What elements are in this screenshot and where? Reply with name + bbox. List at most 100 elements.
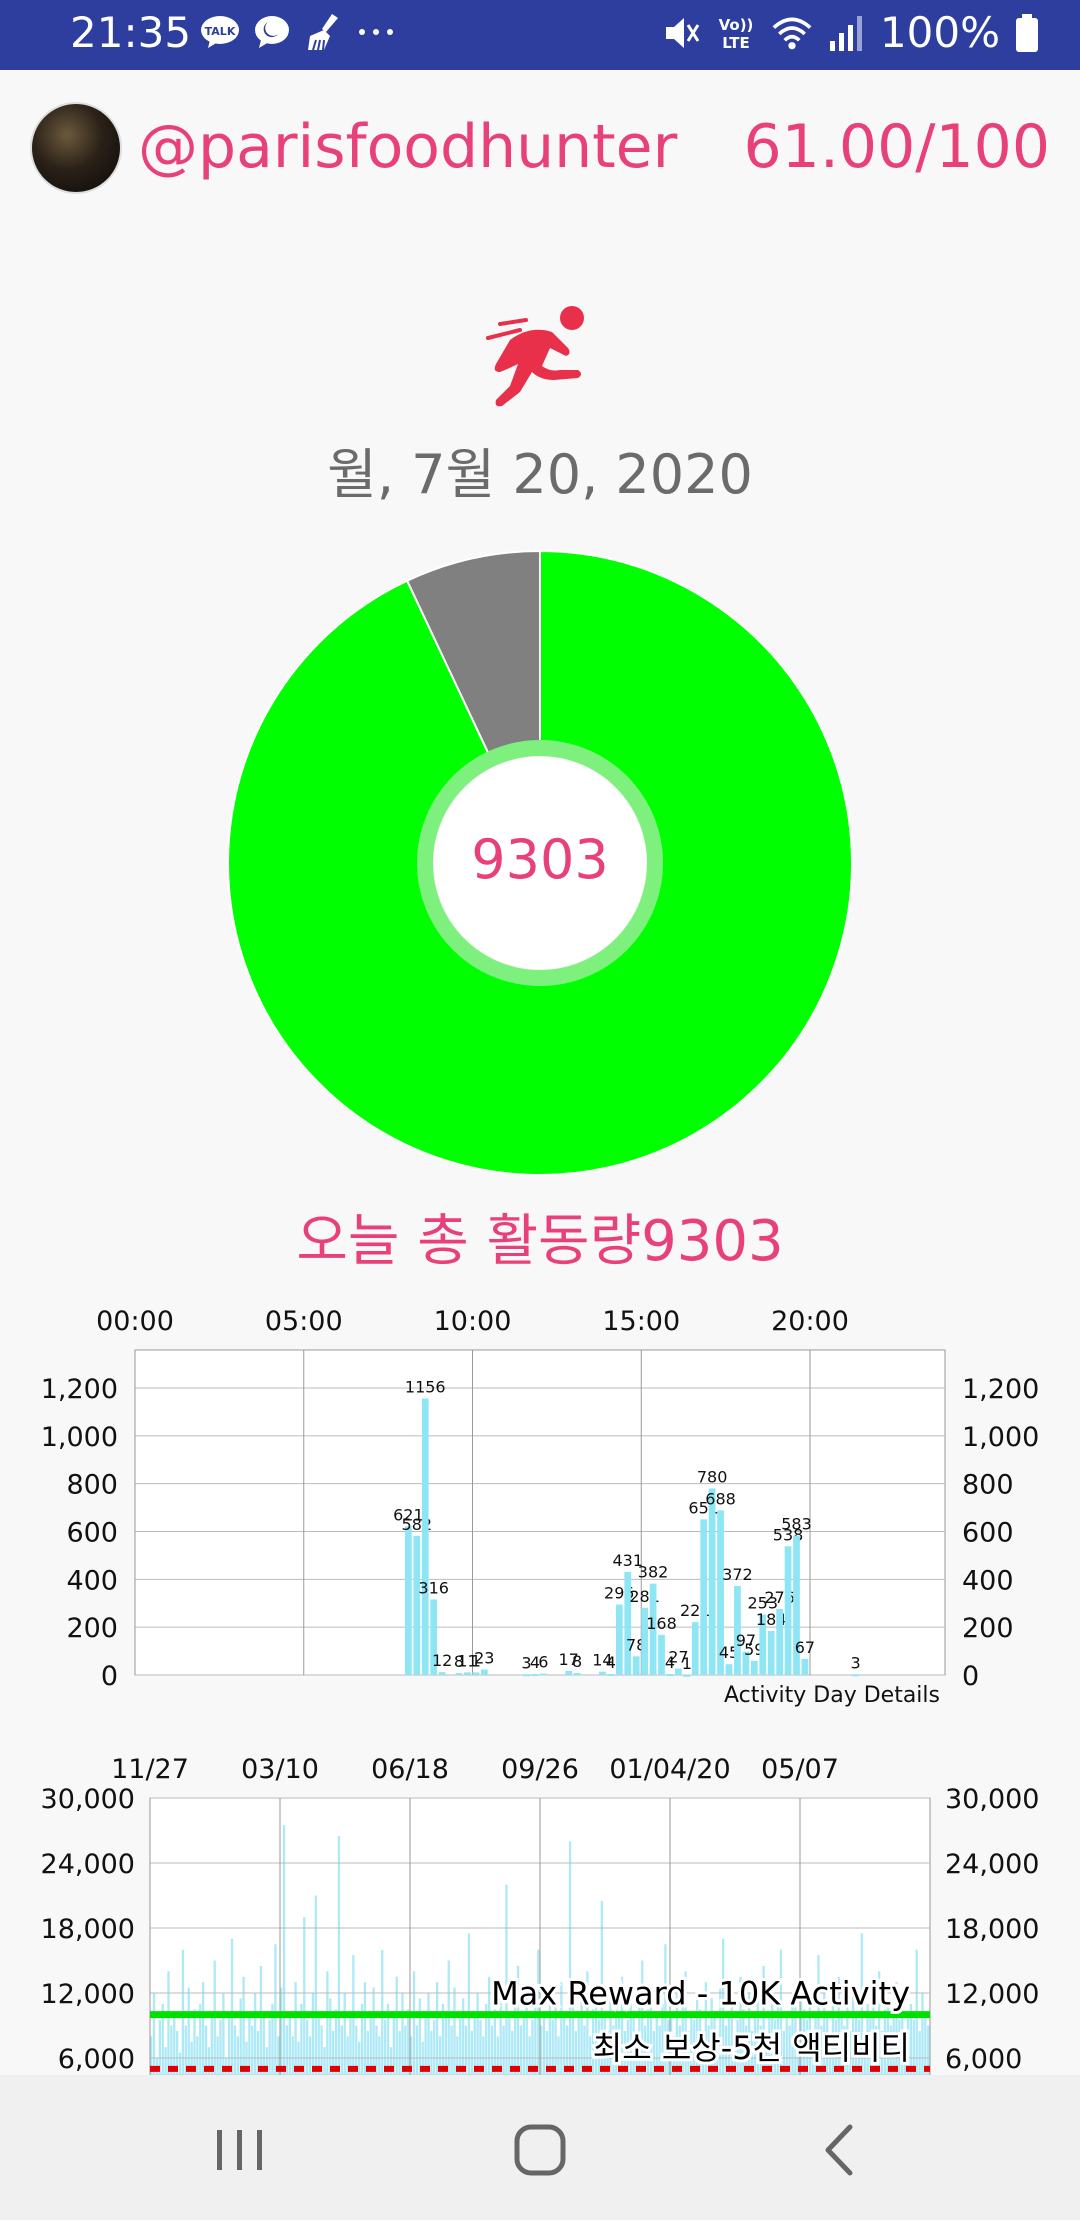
day-chart-y-tick-right: 800 (962, 1470, 1014, 1501)
history-chart-bar (152, 1993, 156, 2075)
history-chart-bar (308, 2036, 312, 2075)
history-chart-bar (398, 2030, 401, 2075)
day-chart-bar-label: 583 (781, 1515, 812, 1534)
day-chart-y-tick-left: 0 (101, 1661, 118, 1692)
day-chart-bar-label: 780 (697, 1467, 728, 1486)
day-activity-chart: 1,200 1,2001,000 1,000800 800600 600400 40020… (41, 1306, 1040, 1708)
day-chart-x-tick: 20:00 (771, 1306, 849, 1337)
history-chart-bar (415, 2025, 419, 2075)
history-chart-bar (427, 1993, 430, 2075)
history-chart-y-tick-left: 24,000 (41, 1849, 135, 1880)
day-chart-y-tick-right: 200 (962, 1613, 1014, 1644)
history-chart-bar (343, 1993, 346, 2075)
chat-bubble-icon (252, 12, 292, 52)
history-chart-x-tick: 06/18 (371, 1754, 449, 1785)
history-chart-bar (164, 2047, 167, 2075)
history-chart-bar (418, 1998, 421, 2075)
day-chart-bar (531, 1674, 539, 1677)
day-chart-bar (708, 1488, 716, 1675)
history-chart-bar (493, 2009, 497, 2075)
history-chart-bar (568, 1841, 572, 2075)
history-chart-bar (401, 1993, 404, 2075)
history-chart-bar (502, 2025, 505, 2075)
history-chart-bar (167, 1971, 170, 2075)
history-chart-x-tick: 05/07 (761, 1754, 839, 1785)
history-chart-bar (193, 2009, 196, 2075)
history-chart-y-tick-right: 18,000 (945, 1914, 1039, 1945)
day-chart-y-tick-left: 1,000 (41, 1422, 118, 1453)
history-chart-bar (519, 2025, 523, 2075)
avatar[interactable] (30, 102, 122, 194)
history-chart-bar (187, 1987, 190, 2075)
history-chart-bar (372, 1987, 375, 2075)
history-chart-bar (202, 1982, 205, 2075)
today-total-activity: 오늘 총 활동량9303 (296, 1209, 784, 1274)
home-icon[interactable] (500, 2115, 580, 2185)
history-chart-bar (178, 2052, 182, 2075)
svg-text:Vo)): Vo)) (719, 16, 754, 34)
history-chart-bar (268, 2020, 271, 2075)
history-chart-bar (918, 2030, 921, 2075)
history-chart-bar (288, 2014, 291, 2075)
history-chart-bar (236, 2036, 239, 2075)
day-chart-y-tick-left: 600 (66, 1518, 118, 1549)
history-chart-x-tick: 09/26 (501, 1754, 579, 1785)
day-chart-bar (573, 1673, 581, 1676)
day-chart-bar (691, 1622, 699, 1675)
history-chart-bar (242, 1976, 245, 2075)
history-chart-bar (239, 1998, 242, 2075)
day-chart-bar (438, 1672, 446, 1675)
day-chart-bar (615, 1604, 623, 1675)
day-chart-bar (523, 1674, 530, 1677)
status-time: 21:35 (70, 8, 192, 57)
day-chart-y-tick-right: 400 (962, 1565, 1014, 1596)
day-chart-y-tick-left: 200 (66, 1613, 118, 1644)
status-system-icons: Vo)) LTE 100% (660, 8, 1040, 57)
day-chart-x-tick: 15:00 (602, 1306, 680, 1337)
day-chart-y-tick-left: 400 (66, 1565, 118, 1596)
wifi-icon (772, 13, 812, 53)
history-chart-bar (542, 2014, 546, 2075)
history-chart-bar (196, 2036, 199, 2075)
day-chart-bar (700, 1519, 708, 1675)
history-chart-bar (251, 2025, 254, 2075)
history-chart-bar (337, 1835, 341, 2075)
history-chart-bar (291, 2036, 294, 2075)
day-chart-bar (750, 1660, 758, 1675)
day-chart-bar-label: 4 (606, 1653, 616, 1672)
day-chart-bar-label: 12 (432, 1651, 452, 1670)
day-chart-bar (472, 1672, 480, 1675)
status-bar: 21:35 TALK Vo)) LTE 100% (0, 0, 1080, 70)
day-chart-bar (599, 1671, 606, 1675)
status-notification-icons: TALK (200, 12, 396, 52)
history-chart-bar (340, 2025, 343, 2075)
day-chart-bar (784, 1546, 792, 1675)
history-chart-bar (557, 2036, 560, 2075)
day-chart-y-tick-left: 1,200 (41, 1374, 118, 1405)
history-chart-bar (476, 1993, 479, 2075)
back-icon[interactable] (800, 2115, 880, 2185)
history-chart-bar (378, 2036, 381, 2075)
signal-icon (826, 13, 866, 53)
history-chart-bar (311, 1993, 315, 2075)
history-chart-bar (462, 1998, 465, 2075)
day-chart-bar (767, 1630, 775, 1675)
day-chart-y-tick-right: 1,000 (962, 1422, 1039, 1453)
history-chart-bar (285, 2025, 289, 2075)
history-chart-y-tick-left: 12,000 (41, 1979, 135, 2010)
history-chart-bar (233, 2025, 237, 2075)
navigation-bar (0, 2075, 1080, 2220)
history-chart-bar (294, 1982, 297, 2075)
history-chart-bar (453, 1987, 456, 2075)
history-chart-bar (921, 1993, 924, 2075)
day-chart-bar (413, 1535, 421, 1675)
history-chart-y-tick-right: 30,000 (945, 1784, 1039, 1815)
history-chart-bar (436, 1982, 439, 2075)
recent-apps-icon[interactable] (200, 2115, 280, 2185)
day-chart-bar (455, 1673, 463, 1676)
day-chart-bar (776, 1608, 783, 1675)
history-chart-x-tick: 03/10 (241, 1754, 319, 1785)
talk-icon: TALK (200, 12, 240, 52)
day-chart-plot-area (134, 1349, 946, 1676)
history-chart-bar (222, 1993, 225, 2075)
